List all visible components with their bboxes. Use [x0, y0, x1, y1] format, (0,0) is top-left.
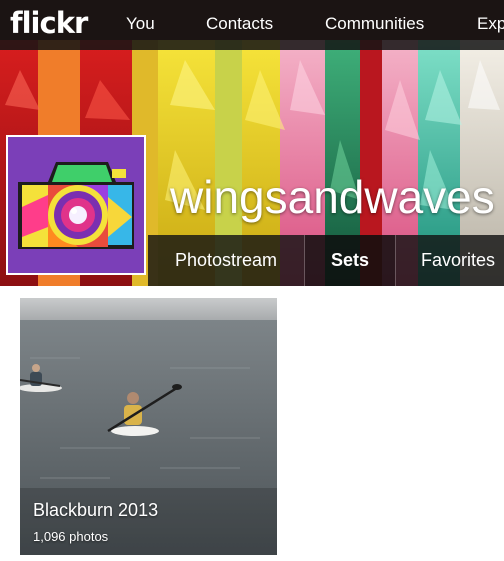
nav-communities[interactable]: Communities [325, 14, 424, 34]
set-card[interactable]: Blackburn 2013 1,096 photos [20, 298, 277, 555]
set-title: Blackburn 2013 [33, 500, 159, 520]
camera-icon [8, 137, 144, 273]
profile-subnav: Photostream Sets Favorites [148, 235, 504, 286]
tab-favorites[interactable]: Favorites [396, 235, 504, 286]
nav-explore[interactable]: Exp [477, 14, 504, 34]
nav-contacts[interactable]: Contacts [206, 14, 273, 34]
buddy-icon[interactable] [6, 135, 146, 275]
tab-photostream[interactable]: Photostream [148, 235, 304, 286]
set-photo-count: 1,096 photos [33, 529, 109, 544]
flickr-logo[interactable]: flickr [10, 6, 88, 40]
profile-username: wingsandwaves [170, 171, 495, 223]
nav-you[interactable]: You [126, 14, 155, 34]
tab-sets[interactable]: Sets [305, 235, 395, 286]
global-nav: flickr You Contacts Communities Exp [0, 0, 504, 50]
